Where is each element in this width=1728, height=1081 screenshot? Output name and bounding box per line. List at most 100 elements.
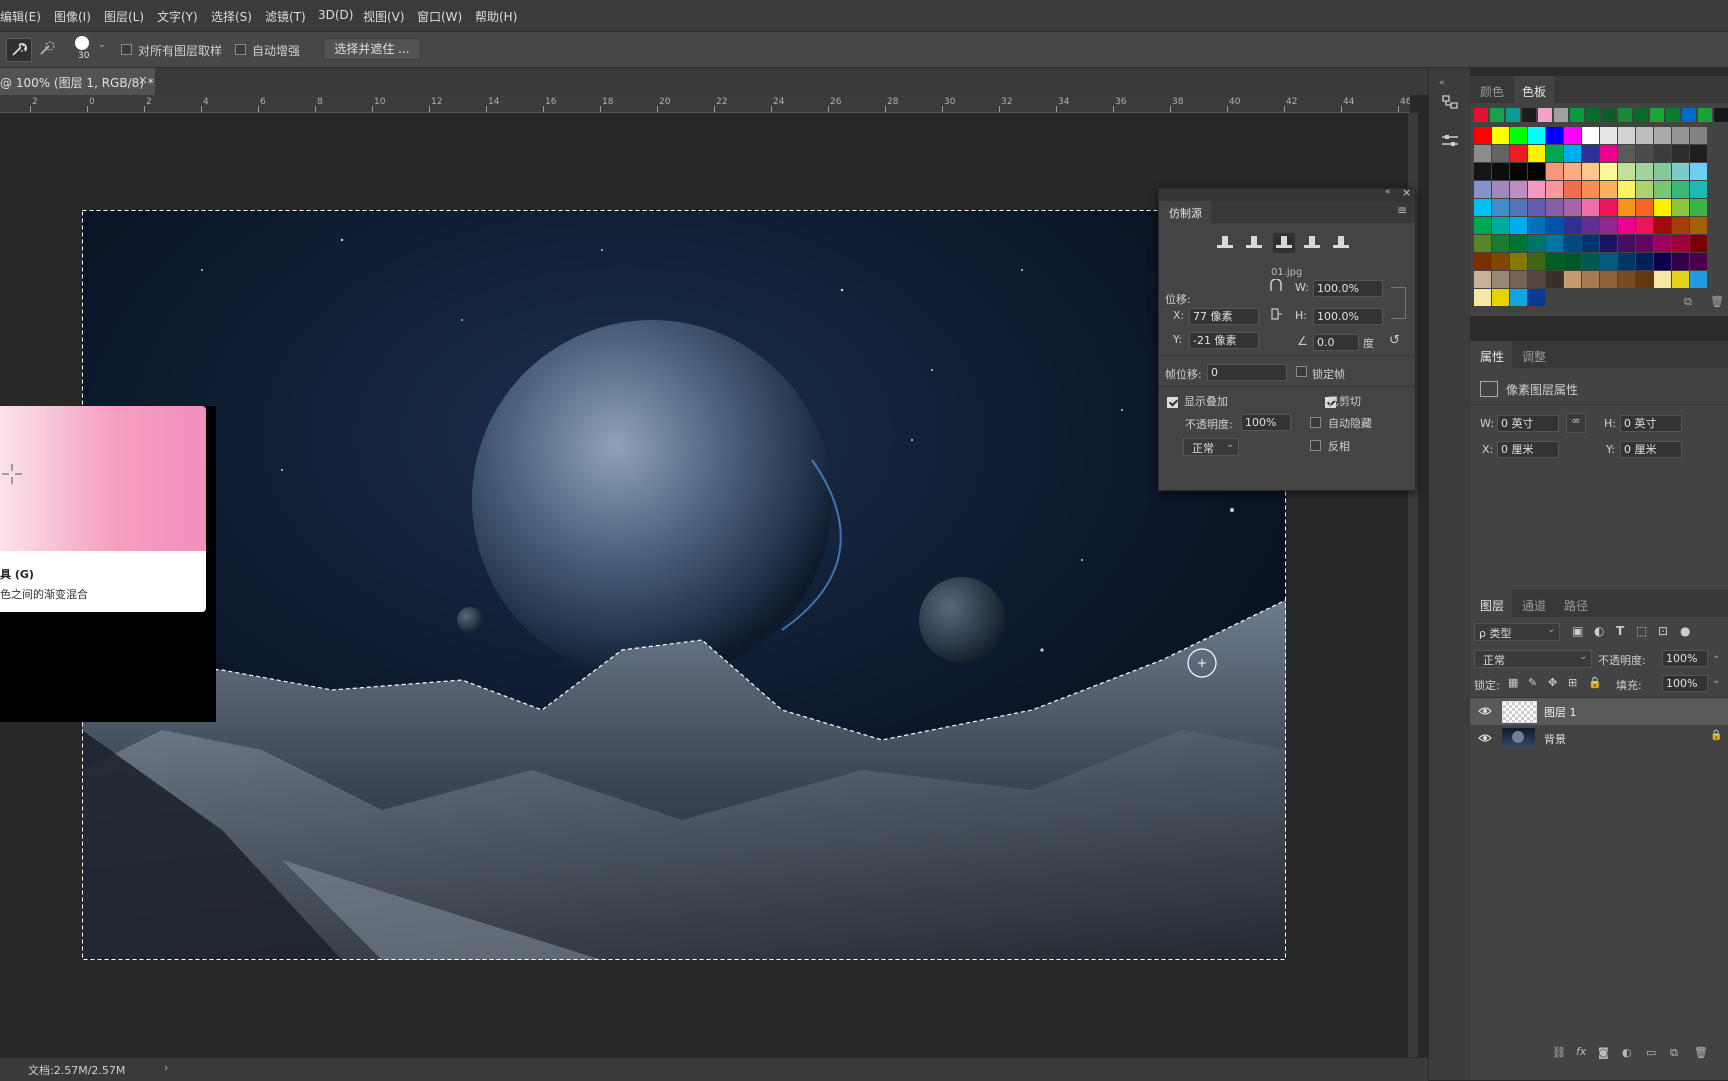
color-swatch[interactable] — [1636, 163, 1653, 180]
y-input[interactable]: -21 像素 — [1189, 332, 1259, 349]
color-swatch[interactable] — [1510, 199, 1527, 216]
document-image[interactable] — [82, 210, 1286, 960]
layer-row-background[interactable]: 背景 🔒 — [1470, 725, 1728, 752]
color-swatch[interactable] — [1528, 127, 1545, 144]
color-swatch[interactable] — [1682, 108, 1696, 122]
color-swatch[interactable] — [1690, 235, 1707, 252]
new-layer-icon[interactable]: ⧉ — [1670, 1046, 1678, 1060]
color-swatch[interactable] — [1666, 108, 1680, 122]
lock-position-icon[interactable]: ✥ — [1548, 676, 1557, 689]
filter-adjustment-icon[interactable]: ◐ — [1594, 624, 1604, 638]
overlay-blend-select[interactable]: 正常 ⌄ — [1183, 438, 1239, 456]
color-swatch[interactable] — [1690, 163, 1707, 180]
color-swatch[interactable] — [1506, 108, 1520, 122]
history-icon[interactable] — [1440, 92, 1460, 112]
color-swatch[interactable] — [1474, 271, 1491, 288]
flip-vertical-icon[interactable] — [1269, 307, 1283, 321]
color-swatch[interactable] — [1618, 217, 1635, 234]
color-swatch[interactable] — [1672, 181, 1689, 198]
new-group-icon[interactable]: ▭ — [1646, 1046, 1656, 1059]
color-swatch[interactable] — [1654, 253, 1671, 270]
prop-h-input[interactable]: 0 英寸 — [1620, 415, 1682, 432]
color-swatch[interactable] — [1528, 217, 1545, 234]
color-swatch[interactable] — [1636, 127, 1653, 144]
color-swatch[interactable] — [1564, 217, 1581, 234]
color-swatch[interactable] — [1564, 163, 1581, 180]
color-swatch[interactable] — [1570, 108, 1584, 122]
color-swatch[interactable] — [1582, 199, 1599, 216]
add-to-selection-icon[interactable] — [36, 38, 58, 60]
filter-smart-object-icon[interactable]: ⊡ — [1658, 624, 1668, 638]
add-mask-icon[interactable]: ◙ — [1598, 1046, 1609, 1059]
color-swatch[interactable] — [1564, 253, 1581, 270]
opacity-input[interactable]: 100% — [1662, 650, 1708, 667]
invert-checkbox[interactable] — [1310, 440, 1321, 451]
color-swatch[interactable] — [1618, 145, 1635, 162]
color-swatch[interactable] — [1492, 271, 1509, 288]
brush-dropdown-chevron-icon[interactable]: ⌄ — [98, 40, 106, 50]
color-swatch[interactable] — [1650, 108, 1664, 122]
color-swatch[interactable] — [1636, 235, 1653, 252]
color-swatch[interactable] — [1546, 235, 1563, 252]
color-swatch[interactable] — [1690, 181, 1707, 198]
color-swatch[interactable] — [1474, 145, 1491, 162]
color-swatch[interactable] — [1510, 145, 1527, 162]
lock-image-icon[interactable]: ✎ — [1528, 676, 1537, 689]
layer-row-layer1[interactable]: 图层 1 — [1470, 698, 1728, 725]
color-swatch[interactable] — [1528, 271, 1545, 288]
color-swatch[interactable] — [1582, 145, 1599, 162]
color-swatch[interactable] — [1600, 271, 1617, 288]
color-swatch[interactable] — [1636, 199, 1653, 216]
color-swatch[interactable] — [1474, 253, 1491, 270]
color-swatch[interactable] — [1474, 127, 1491, 144]
color-swatch[interactable] — [1492, 217, 1509, 234]
color-swatch[interactable] — [1510, 217, 1527, 234]
color-swatch[interactable] — [1528, 289, 1545, 306]
color-swatch[interactable] — [1474, 199, 1491, 216]
color-swatch[interactable] — [1618, 199, 1635, 216]
color-swatch[interactable] — [1546, 271, 1563, 288]
color-swatch[interactable] — [1522, 108, 1536, 122]
menu-layer[interactable]: 图层(L) — [104, 8, 144, 25]
prop-y-input[interactable]: 0 厘米 — [1620, 441, 1682, 458]
menu-help[interactable]: 帮助(H) — [475, 8, 517, 25]
color-swatch[interactable] — [1492, 145, 1509, 162]
color-swatch[interactable] — [1582, 163, 1599, 180]
color-swatch[interactable] — [1510, 289, 1527, 306]
link-icon[interactable]: ∞ — [1566, 413, 1586, 433]
link-layers-icon[interactable]: ⛓ — [1552, 1046, 1566, 1059]
color-swatch[interactable] — [1634, 108, 1648, 122]
color-swatch[interactable] — [1582, 235, 1599, 252]
color-swatch[interactable] — [1600, 163, 1617, 180]
color-swatch[interactable] — [1474, 217, 1491, 234]
filter-toggle-icon[interactable]: ● — [1680, 624, 1690, 638]
color-swatch[interactable] — [1600, 235, 1617, 252]
color-swatch[interactable] — [1672, 217, 1689, 234]
color-swatch[interactable] — [1546, 199, 1563, 216]
color-swatch[interactable] — [1492, 199, 1509, 216]
h-input[interactable]: 100.0% — [1313, 308, 1383, 325]
menu-select[interactable]: 选择(S) — [211, 8, 252, 25]
show-overlay-checkbox[interactable] — [1167, 397, 1178, 408]
color-swatch[interactable] — [1690, 217, 1707, 234]
color-swatch[interactable] — [1618, 235, 1635, 252]
tab-paths[interactable]: 路径 — [1564, 597, 1588, 614]
color-swatch[interactable] — [1600, 181, 1617, 198]
tab-color[interactable]: 颜色 — [1480, 83, 1504, 100]
color-swatch[interactable] — [1636, 217, 1653, 234]
color-swatch[interactable] — [1654, 145, 1671, 162]
menu-edit[interactable]: 编辑(E) — [0, 8, 41, 25]
color-swatch[interactable] — [1618, 127, 1635, 144]
color-swatch[interactable] — [1600, 199, 1617, 216]
color-swatch[interactable] — [1492, 235, 1509, 252]
color-swatch[interactable] — [1492, 253, 1509, 270]
color-swatch[interactable] — [1690, 127, 1707, 144]
color-swatch[interactable] — [1564, 235, 1581, 252]
color-swatch[interactable] — [1510, 235, 1527, 252]
blend-mode-select[interactable]: 正常 ⌄ — [1474, 650, 1592, 668]
adjustments-icon[interactable] — [1440, 132, 1460, 152]
filter-type-icon[interactable]: T — [1616, 624, 1624, 638]
color-swatch[interactable] — [1554, 108, 1568, 122]
sample-all-layers-checkbox[interactable] — [121, 44, 132, 55]
expand-panels-icon[interactable]: « — [1439, 78, 1445, 88]
